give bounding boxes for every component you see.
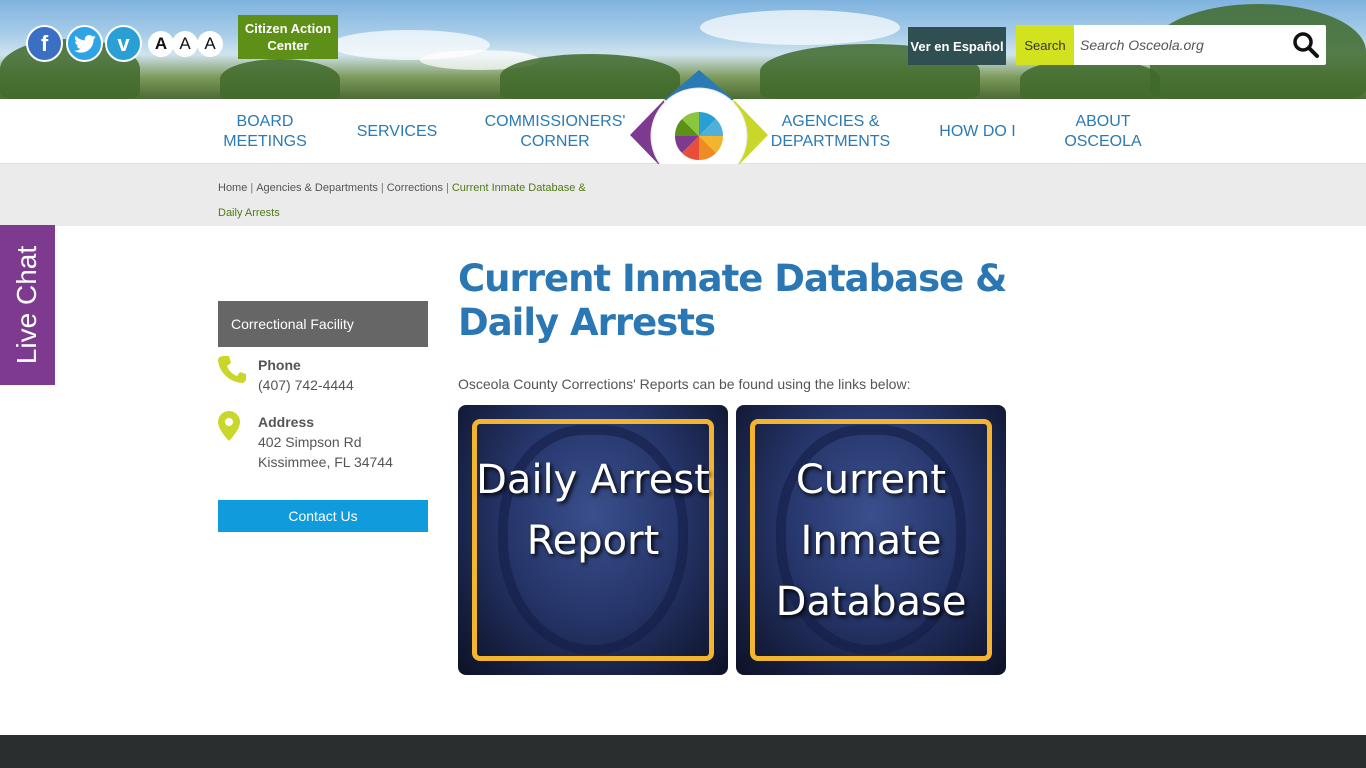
nav-about-osceola[interactable]: ABOUT OSCEOLA	[1055, 99, 1151, 164]
text-size-medium-button[interactable]: A	[172, 31, 198, 57]
address-line2: Kissimmee, FL 34744	[258, 454, 393, 470]
phone-value[interactable]: (407) 742-4444	[258, 375, 354, 395]
vimeo-icon[interactable]: v	[105, 25, 142, 62]
address-label: Address	[258, 414, 315, 430]
phone-icon	[218, 354, 246, 389]
search-bar: Search	[1016, 25, 1326, 65]
nav-agencies-departments[interactable]: AGENCIES & DEPARTMENTS	[768, 99, 893, 164]
text-size-small-button[interactable]: A	[197, 31, 223, 57]
text-size-large-button[interactable]: A	[148, 31, 174, 57]
breadcrumb-agencies[interactable]: Agencies & Departments	[256, 182, 378, 194]
live-chat-tab[interactable]: Live Chat	[0, 225, 55, 385]
breadcrumb-bar	[0, 164, 1366, 226]
tile-label: Daily Arrest Report	[476, 457, 710, 564]
breadcrumb-corrections[interactable]: Corrections	[387, 182, 443, 194]
page-title: Current Inmate Database & Daily Arrests	[458, 257, 1007, 344]
tile-label: Current Inmate Database	[775, 457, 967, 625]
facebook-icon[interactable]: f	[26, 25, 63, 62]
address-line1: 402 Simpson Rd	[258, 434, 362, 450]
contact-us-button[interactable]: Contact Us	[218, 500, 428, 532]
search-label: Search	[1016, 25, 1074, 65]
map-pin-icon	[218, 411, 240, 446]
citizen-action-center-button[interactable]: Citizen Action Center	[238, 15, 338, 59]
nav-services[interactable]: SERVICES	[344, 99, 450, 164]
live-chat-label: Live Chat	[11, 245, 43, 365]
nav-how-do-i[interactable]: HOW DO I	[925, 99, 1030, 164]
daily-arrest-report-tile[interactable]: Daily Arrest Report	[458, 405, 728, 675]
footer	[0, 735, 1366, 768]
phone-label: Phone	[258, 357, 301, 373]
breadcrumb-home[interactable]: Home	[218, 182, 247, 194]
nav-commissioners-corner[interactable]: COMMISSIONERS' CORNER	[480, 99, 630, 164]
twitter-icon[interactable]	[66, 25, 103, 62]
nav-board-meetings[interactable]: BOARD MEETINGS	[210, 99, 320, 164]
sidebar-heading: Correctional Facility	[218, 301, 428, 347]
current-inmate-database-tile[interactable]: Current Inmate Database	[736, 405, 1006, 675]
breadcrumb: Home | Agencies & Departments | Corrections |…	[218, 182, 586, 219]
search-input[interactable]	[1074, 25, 1288, 65]
search-icon[interactable]	[1292, 31, 1320, 59]
intro-text: Osceola County Corrections' Reports can …	[458, 376, 911, 392]
espanol-button[interactable]: Ver en Español	[908, 27, 1006, 65]
